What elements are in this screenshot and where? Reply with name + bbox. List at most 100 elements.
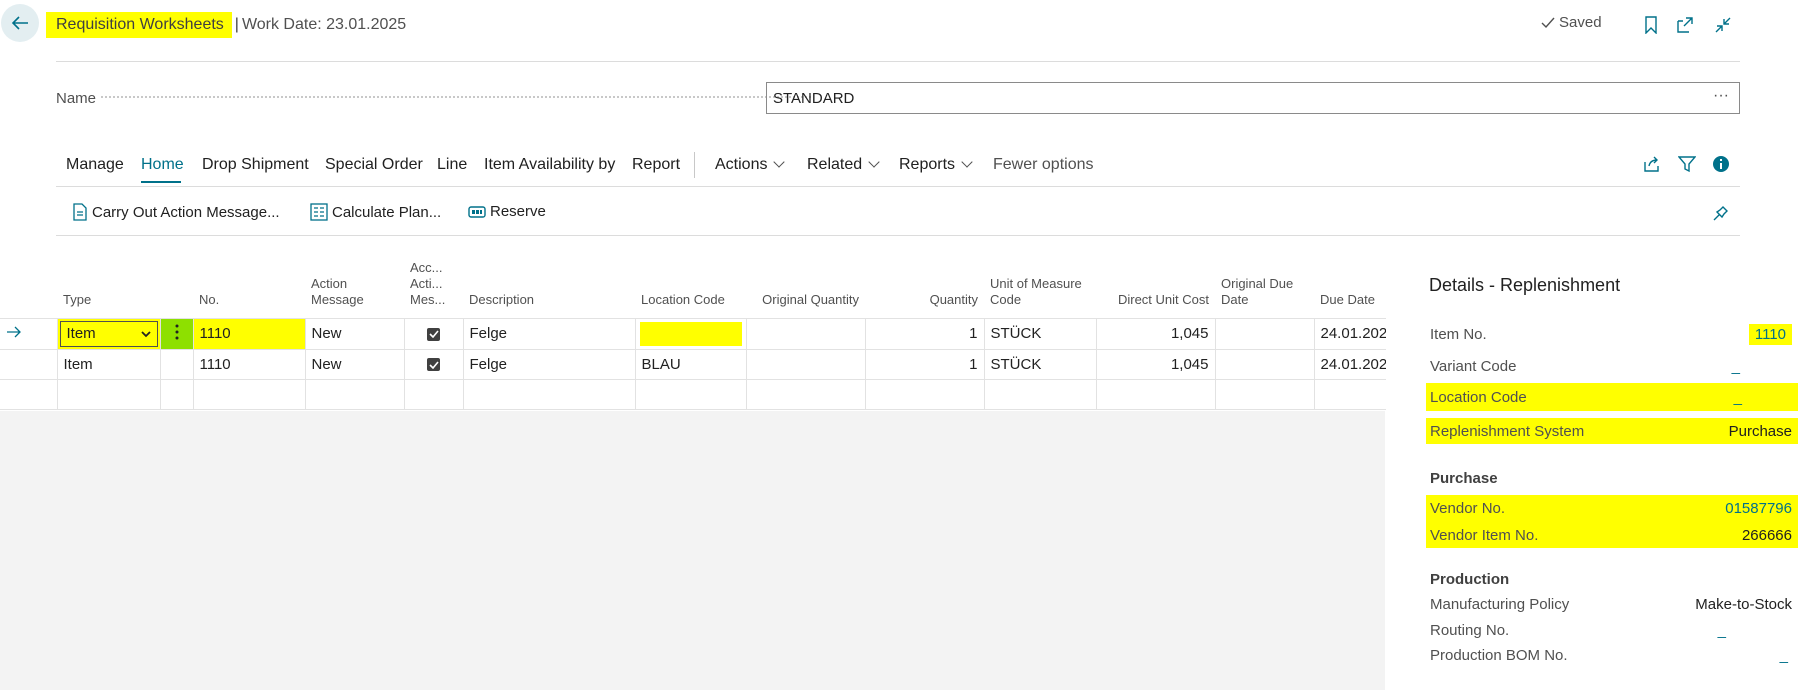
accept-checkbox[interactable] [403,317,464,350]
carry-out-action-message-button[interactable]: Carry Out Action Message... [72,203,280,221]
routing-no-value[interactable]: _ [1718,622,1726,639]
uom-cell[interactable]: STÜCK [983,348,1097,380]
col-no[interactable]: No. [193,255,305,318]
empty-cell[interactable] [864,378,985,410]
row-actions-menu[interactable] [159,348,194,380]
quantity-cell[interactable]: 1 [864,317,985,350]
action-message-cell[interactable]: New [304,348,405,380]
tab-item-availability[interactable]: Item Availability by [484,156,615,174]
empty-cell[interactable] [304,378,405,410]
menu-reports[interactable]: Reports [899,156,973,174]
empty-cell[interactable] [192,378,306,410]
empty-cell[interactable] [462,378,636,410]
uom-cell[interactable]: STÜCK [983,317,1097,350]
accept-checkbox[interactable] [403,348,464,380]
empty-cell[interactable] [634,378,747,410]
empty-cell[interactable] [159,378,194,410]
original-quantity-cell[interactable] [745,317,866,350]
reserve-button[interactable]: Reserve [468,203,546,220]
routing-no-label: Routing No. [1430,622,1510,639]
col-location-code[interactable]: Location Code [635,255,746,318]
factbox-variant-code: Variant Code _ [1426,353,1798,380]
description-cell[interactable]: Felge [462,348,636,380]
factbox-location-code: Location Code _ [1426,383,1798,411]
col-description[interactable]: Description [463,255,635,318]
direct-unit-cost-cell[interactable]: 1,045 [1095,348,1216,380]
tab-drop-shipment[interactable]: Drop Shipment [202,156,309,174]
col-original-quantity[interactable]: Original Quantity [746,255,865,318]
type-cell[interactable]: Item [56,348,161,380]
no-cell[interactable]: 1110 [192,348,306,380]
menu-reports-label: Reports [899,156,956,173]
col-unit-of-measure[interactable]: Unit of Measure Code [984,255,1096,318]
action-bar-divider-line [56,186,1740,187]
col-action-message[interactable]: Action Message [305,255,404,318]
col-type[interactable]: Type [57,255,160,318]
original-due-date-cell[interactable] [1214,317,1315,350]
col-original-due-date[interactable]: Original Due Date [1215,255,1314,318]
original-quantity-cell[interactable] [745,348,866,380]
location-code-value[interactable]: _ [1734,389,1742,406]
empty-cell[interactable] [1095,378,1216,410]
filter-icon[interactable] [1676,153,1698,175]
promoted-actions: Carry Out Action Message... Calculate Pl… [56,195,1740,235]
tab-report[interactable]: Report [632,156,680,174]
chevron-down-icon [773,156,786,168]
menu-related[interactable]: Related [807,156,880,174]
description-cell[interactable]: Felge [462,317,636,350]
promoted-divider-line [56,235,1740,236]
location-code-cell[interactable] [634,317,747,350]
open-new-window-icon[interactable] [1674,14,1696,36]
col-quantity[interactable]: Quantity [865,255,984,318]
col-due-date[interactable]: Due Date [1314,255,1389,318]
fewer-options-button[interactable]: Fewer options [993,156,1094,174]
row-actions-menu[interactable] [159,317,194,350]
empty-cell[interactable] [745,378,866,410]
empty-cell[interactable] [403,378,464,410]
table-row-empty[interactable] [0,378,1390,410]
col-menu [160,255,193,318]
vendor-item-no-value[interactable]: 266666 [1742,527,1792,544]
pin-icon[interactable] [1710,202,1732,224]
share-icon[interactable] [1641,153,1663,175]
empty-cell[interactable] [56,378,161,410]
table-row[interactable]: Item 1110 New Felge BLAU 1 STÜCK 1,045 2… [0,348,1390,380]
location-code-cell[interactable]: BLAU [634,348,747,380]
name-field[interactable]: STANDARD ··· [766,82,1740,114]
item-no-value[interactable]: 1110 [1748,324,1792,345]
empty-cell[interactable] [983,378,1097,410]
tab-home[interactable]: Home [141,156,184,174]
bookmark-icon[interactable] [1640,14,1662,36]
type-cell[interactable]: Item [56,317,161,350]
empty-cell[interactable] [1214,378,1315,410]
tab-line[interactable]: Line [437,156,467,174]
empty-cell[interactable] [1313,378,1390,410]
vendor-no-value[interactable]: 01587796 [1725,500,1792,517]
purchase-section-heading: Purchase [1430,470,1498,487]
no-cell[interactable]: 1110 [192,317,306,350]
variant-code-value[interactable]: _ [1732,358,1740,375]
col-direct-unit-cost[interactable]: Direct Unit Cost [1096,255,1215,318]
direct-unit-cost-cell[interactable]: 1,045 [1095,317,1216,350]
original-due-date-cell[interactable] [1214,348,1315,380]
table-row[interactable]: Item 1110 New Felge 1 STÜCK 1,045 24.01.… [0,317,1390,350]
type-dropdown[interactable]: Item [59,320,158,347]
due-date-cell[interactable]: 24.01.2025 [1313,348,1390,380]
calculate-plan-button[interactable]: Calculate Plan... [310,203,441,221]
tab-manage[interactable]: Manage [66,156,124,174]
replenishment-system-value[interactable]: Purchase [1729,423,1792,440]
action-bar-divider [694,152,695,178]
header-divider [56,61,1740,62]
col-accept-action-message[interactable]: Acc... Acti... Mes... [404,255,463,318]
quantity-cell[interactable]: 1 [864,348,985,380]
manufacturing-policy-value[interactable]: Make-to-Stock [1695,596,1792,613]
due-date-cell[interactable]: 24.01.2025 [1313,317,1390,350]
info-icon[interactable] [1710,153,1732,175]
tab-special-order[interactable]: Special Order [325,156,423,174]
production-bom-no-value[interactable]: _ [1780,647,1788,664]
collapse-icon[interactable] [1712,14,1734,36]
action-message-cell[interactable]: New [304,317,405,350]
lookup-ellipsis-button[interactable]: ··· [1713,87,1729,105]
requisition-lines-table: Type No. Action Message Acc... Acti... M… [0,255,1390,410]
menu-actions[interactable]: Actions [715,156,786,174]
